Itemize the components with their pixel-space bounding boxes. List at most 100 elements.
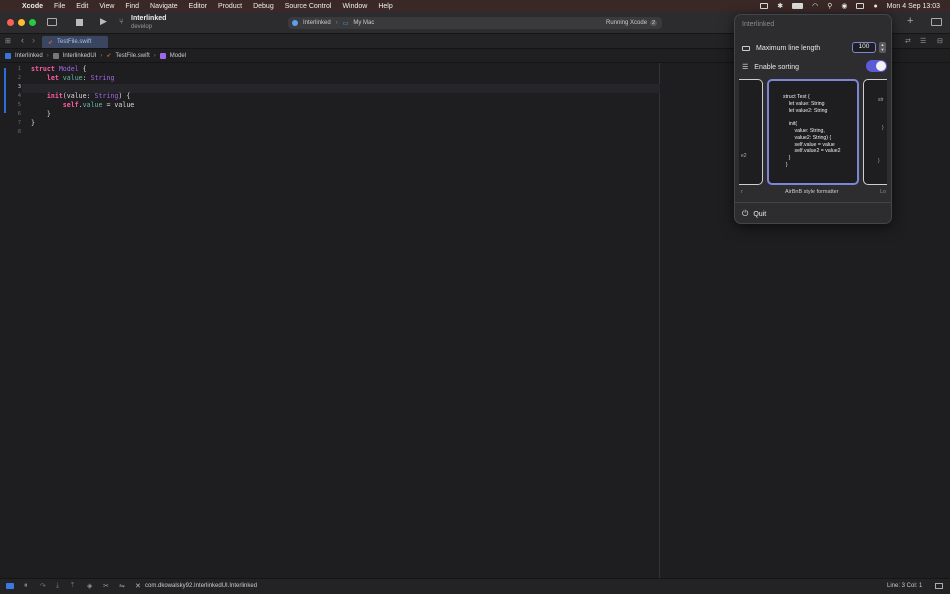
related-items-icon[interactable]: ⇄: [905, 37, 911, 45]
menu-edit[interactable]: Edit: [76, 3, 88, 10]
project-icon: [5, 52, 11, 59]
breadcrumb-symbol[interactable]: Model: [170, 53, 186, 59]
code-line-6: }: [31, 110, 51, 118]
memory-graph-icon[interactable]: ✂: [103, 582, 109, 590]
zoom-window-button[interactable]: [29, 19, 36, 26]
enable-sorting-toggle[interactable]: [866, 60, 887, 72]
power-icon: ⏻: [742, 209, 749, 218]
formatter-caption: AirBnB style formatter: [785, 189, 839, 195]
menu-navigate[interactable]: Navigate: [150, 3, 178, 10]
card-fragment: e2: [741, 153, 747, 159]
toggle-knob: [876, 61, 886, 71]
scheme-destination-bar: Interlinked › ▭ My Mac Running Xcode 2: [288, 17, 662, 29]
swift-file-icon: ➶: [48, 39, 54, 46]
max-line-length-row: Maximum line length: [742, 45, 820, 52]
line-gutter: 1 2 3 4 5 6 7 8: [0, 63, 22, 578]
tab-testfile-swift[interactable]: ➶ TestFile.swift: [42, 36, 108, 48]
line-number: 5: [17, 102, 21, 108]
formatter-card-next[interactable]: str } }: [863, 79, 887, 185]
code-line-5: self.value = value: [62, 101, 135, 109]
cursor-position: Line: 3 Col: 1: [887, 583, 923, 589]
mac-icon: ▭: [342, 20, 349, 27]
branch-icon: ⑂: [119, 17, 124, 26]
run-icon[interactable]: ▶: [100, 16, 107, 27]
formatter-caption-previous: r: [741, 189, 743, 195]
card-fragment: }: [878, 158, 880, 164]
code-line-2: let value: String: [46, 74, 115, 82]
step-over-icon[interactable]: ↷: [40, 582, 46, 590]
pause-icon[interactable]: ⏸: [24, 582, 28, 590]
bluetooth-icon[interactable]: ✱: [777, 2, 783, 10]
user-icon[interactable]: ◉: [841, 2, 847, 10]
menu-file[interactable]: File: [54, 3, 65, 10]
menu-clock[interactable]: Mon 4 Sep 13:03: [887, 3, 940, 10]
target-icon: ✕: [135, 583, 141, 590]
line-number: 6: [17, 111, 21, 117]
line-number: 4: [17, 93, 21, 99]
stop-icon[interactable]: [76, 19, 83, 26]
view-hierarchy-icon[interactable]: ◈: [87, 582, 92, 590]
environment-overrides-icon[interactable]: ⇋: [119, 582, 125, 590]
enable-sorting-label: Enable sorting: [754, 63, 800, 71]
spotlight-search-icon[interactable]: ⚲: [827, 2, 832, 10]
menu-editor[interactable]: Editor: [189, 3, 207, 10]
menu-product[interactable]: Product: [218, 3, 242, 10]
branch-name: develop: [131, 24, 153, 30]
menu-help[interactable]: Help: [378, 3, 392, 10]
breadcrumb-folder[interactable]: InterlinkedUI: [63, 53, 97, 59]
formatter-card-previous[interactable]: e2: [739, 79, 763, 185]
line-number: 2: [17, 75, 21, 81]
console-toggle-icon[interactable]: [6, 583, 14, 589]
interlinked-menu-icon[interactable]: [760, 3, 769, 9]
menu-view[interactable]: View: [99, 3, 114, 10]
inspector-toggle-icon[interactable]: [931, 18, 942, 26]
step-out-icon[interactable]: ⤒: [71, 582, 74, 590]
siri-icon[interactable]: ●: [873, 3, 877, 10]
split-editor-icon[interactable]: ⊟: [937, 37, 943, 45]
activity-badge[interactable]: 2: [650, 20, 658, 26]
project-name: Interlinked: [131, 15, 167, 22]
quit-button[interactable]: ⏻ Quit: [742, 209, 766, 219]
formatter-card-airbnb[interactable]: struct Test { let value: String let valu…: [767, 79, 859, 185]
breadcrumb-project[interactable]: Interlinked: [15, 53, 43, 59]
breadcrumb-file[interactable]: TestFile.swift: [115, 53, 149, 59]
scheme-icon: [292, 20, 298, 26]
project-title[interactable]: Interlinked develop: [131, 15, 166, 31]
menu-find[interactable]: Find: [125, 3, 139, 10]
card-fragment: }: [882, 125, 884, 131]
editor-options-icon[interactable]: ☰: [920, 37, 926, 45]
back-icon[interactable]: ‹: [21, 35, 24, 45]
destination-selector[interactable]: My Mac: [353, 20, 374, 26]
debug-status-bar: ⏸ ↷ ⤓ ⤒ ◈ ✂ ⇋ ✕ com.dkowalsky92.Interlin…: [0, 578, 950, 594]
minimize-window-button[interactable]: [18, 19, 25, 26]
grid-icon[interactable]: ⊞: [5, 37, 11, 45]
forward-icon[interactable]: ›: [32, 35, 35, 45]
menu-window[interactable]: Window: [342, 3, 367, 10]
max-line-length-input[interactable]: 100: [852, 42, 876, 53]
add-icon[interactable]: +: [907, 15, 913, 27]
battery-icon[interactable]: [792, 3, 804, 9]
chevron-right-icon: ›: [46, 52, 49, 59]
code-line-7: }: [31, 119, 35, 127]
chevron-right-icon: ›: [100, 52, 103, 59]
max-line-length-stepper[interactable]: ▲ ▼: [879, 42, 886, 53]
line-number: 8: [17, 129, 21, 135]
source-editor[interactable]: 1 2 3 4 5 6 7 8 struct Model { let value…: [0, 63, 660, 578]
max-line-length-label: Maximum line length: [756, 45, 821, 52]
run-target-label[interactable]: com.dkowalsky92.InterlinkedUI.Interlinke…: [145, 583, 257, 589]
quit-label: Quit: [753, 210, 767, 218]
chevron-right-icon: ›: [153, 52, 156, 59]
close-window-button[interactable]: [7, 19, 14, 26]
interlinked-popover: Interlinked Maximum line length 100 ▲ ▼ ☰…: [734, 14, 892, 224]
wifi-icon[interactable]: ◠: [812, 2, 818, 10]
step-in-icon[interactable]: ⤓: [56, 582, 59, 590]
debug-area-toggle-icon[interactable]: [935, 583, 943, 589]
sidebar-toggle-icon[interactable]: [47, 18, 57, 26]
activity-status: Running Xcode: [606, 20, 648, 26]
scheme-selector[interactable]: Interlinked: [303, 20, 331, 26]
menu-source-control[interactable]: Source Control: [285, 3, 332, 10]
line-number: 3: [17, 84, 21, 90]
menu-app-name[interactable]: Xcode: [22, 3, 43, 10]
control-center-icon[interactable]: [856, 3, 865, 9]
menu-debug[interactable]: Debug: [253, 3, 274, 10]
